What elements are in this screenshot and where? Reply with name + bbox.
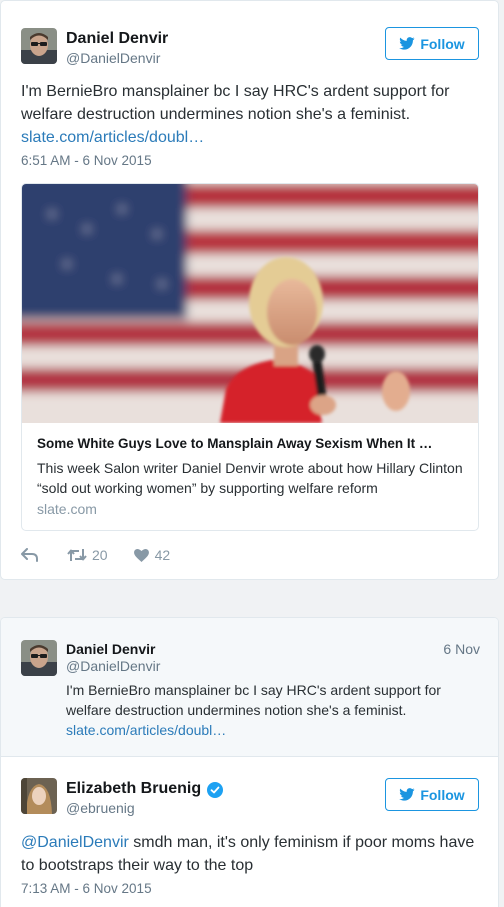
follow-button[interactable]: Follow	[385, 778, 479, 811]
follow-label: Follow	[420, 35, 465, 52]
verified-badge-icon	[207, 782, 223, 798]
reply-author-name[interactable]: Elizabeth Bruenig	[66, 780, 201, 798]
twitter-bird-icon	[399, 788, 415, 801]
card-domain: slate.com	[37, 501, 97, 517]
tweet-text: I'm BernieBro mansplainer bc I say HRC's…	[21, 80, 483, 149]
avatar[interactable]	[21, 640, 57, 676]
quoted-author-name[interactable]: Daniel Denvir	[66, 641, 155, 657]
retweet-action[interactable]: 20	[67, 547, 108, 563]
reply-timestamp[interactable]: 7:13 AM - 6 Nov 2015	[21, 881, 152, 896]
tweet-actions: 20 42	[21, 545, 170, 565]
tweet-link[interactable]: slate.com/articles/doubl…	[21, 129, 204, 146]
embedded-tweet: Daniel Denvir @DanielDenvir Follow I'm B…	[0, 0, 499, 580]
quoted-date[interactable]: 6 Nov	[443, 641, 480, 657]
twitter-bird-icon	[399, 37, 415, 50]
preview-image[interactable]	[22, 184, 478, 423]
author-handle[interactable]: @DanielDenvir	[66, 50, 160, 66]
mention-link[interactable]: @DanielDenvir	[21, 834, 129, 851]
like-action[interactable]: 42	[133, 547, 171, 563]
quoted-author-handle[interactable]: @DanielDenvir	[66, 658, 160, 674]
quoted-tweet[interactable]: Daniel Denvir @DanielDenvir 6 Nov I'm Be…	[1, 618, 498, 757]
quoted-text: I'm BernieBro mansplainer bc I say HRC's…	[66, 680, 476, 740]
heart-icon	[133, 548, 149, 562]
follow-button[interactable]: Follow	[385, 27, 479, 60]
quoted-body: I'm BernieBro mansplainer bc I say HRC's…	[66, 682, 441, 718]
card-title[interactable]: Some White Guys Love to Mansplain Away S…	[37, 436, 467, 451]
quoted-link[interactable]: slate.com/articles/doubl…	[66, 722, 226, 738]
card-description: This week Salon writer Daniel Denvir wro…	[37, 460, 463, 496]
retweet-count: 20	[92, 547, 108, 563]
reply-author-handle[interactable]: @ebruenig	[66, 800, 135, 816]
reply-icon	[21, 548, 38, 562]
follow-label: Follow	[420, 786, 465, 803]
embedded-conversation: Daniel Denvir @DanielDenvir 6 Nov I'm Be…	[0, 617, 499, 907]
reply-action[interactable]	[21, 548, 39, 562]
tweet-timestamp[interactable]: 6:51 AM - 6 Nov 2015	[21, 153, 152, 168]
link-preview-card[interactable]: Some White Guys Love to Mansplain Away S…	[21, 183, 479, 531]
reply-text: @DanielDenvir smdh man, it's only femini…	[21, 831, 483, 877]
avatar[interactable]	[21, 778, 57, 814]
avatar[interactable]	[21, 28, 57, 64]
retweet-icon	[67, 549, 87, 561]
like-count: 42	[154, 547, 171, 563]
author-name[interactable]: Daniel Denvir	[66, 30, 168, 48]
tweet-body: I'm BernieBro mansplainer bc I say HRC's…	[21, 83, 450, 123]
